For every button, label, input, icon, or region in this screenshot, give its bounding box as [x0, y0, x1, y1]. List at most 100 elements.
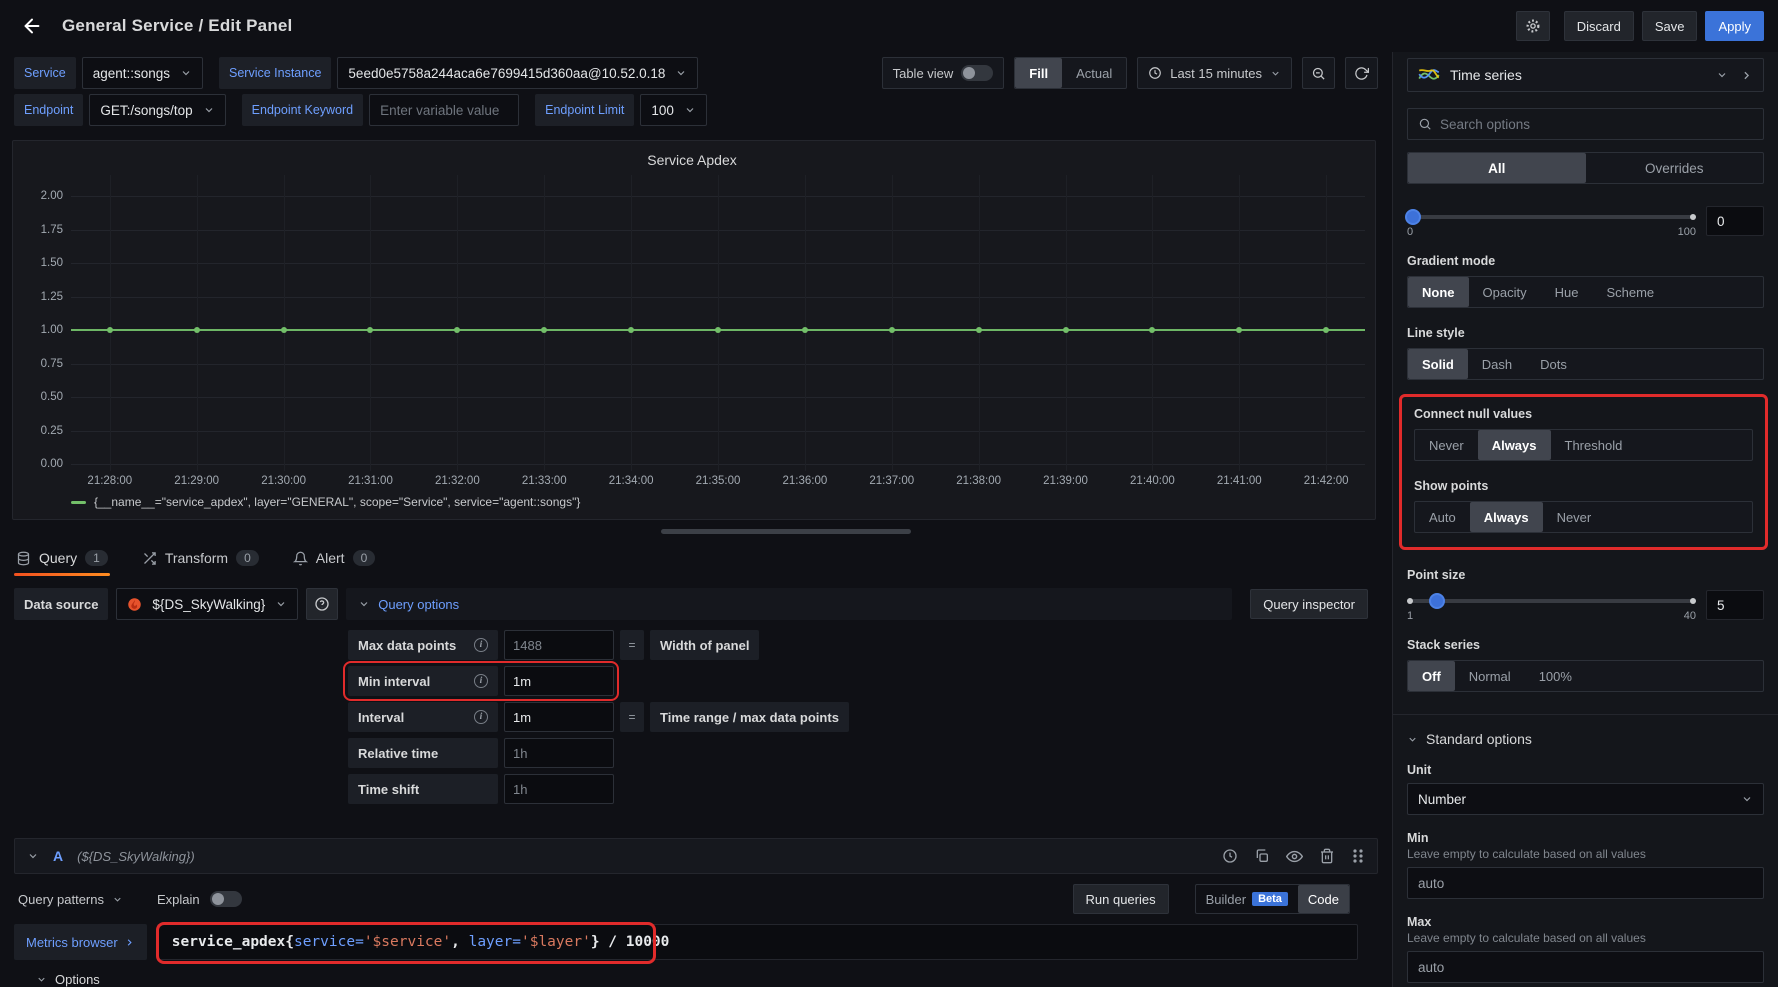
- tab-alert[interactable]: Alert 0: [291, 544, 377, 576]
- series-point[interactable]: [1063, 327, 1069, 333]
- tab-query[interactable]: Query 1: [14, 544, 110, 576]
- seg-option-none[interactable]: None: [1408, 277, 1469, 307]
- seg-option-always[interactable]: Always: [1470, 502, 1543, 532]
- seg-option-dots[interactable]: Dots: [1526, 349, 1581, 379]
- service-variable-dropdown[interactable]: agent::songs: [82, 57, 203, 89]
- slider-track[interactable]: [1407, 599, 1696, 603]
- series-point[interactable]: [976, 327, 982, 333]
- seg-option-actual[interactable]: Actual: [1062, 58, 1126, 88]
- plot-area[interactable]: [71, 175, 1365, 471]
- slider-handle[interactable]: [1405, 209, 1421, 225]
- save-button[interactable]: Save: [1642, 11, 1698, 41]
- series-point[interactable]: [107, 327, 113, 333]
- back-button[interactable]: [16, 10, 48, 42]
- series-point[interactable]: [1236, 327, 1242, 333]
- seg-option-always[interactable]: Always: [1478, 430, 1551, 460]
- tab-all[interactable]: All: [1408, 153, 1586, 183]
- discard-button[interactable]: Discard: [1564, 11, 1634, 41]
- x-axis-tick-label: 21:30:00: [261, 475, 306, 487]
- pane-resize-handle[interactable]: [661, 529, 911, 534]
- option-input[interactable]: 1m: [504, 666, 614, 696]
- datasource-help-button[interactable]: [306, 588, 338, 620]
- seg-option-normal[interactable]: Normal: [1455, 661, 1525, 691]
- series-point[interactable]: [454, 327, 460, 333]
- slider-track[interactable]: [1407, 215, 1696, 219]
- drag-handle-icon[interactable]: [1351, 848, 1365, 864]
- query-row-a[interactable]: A (${DS_SkyWalking}): [14, 838, 1378, 874]
- point-size-slider[interactable]: 1 40: [1407, 590, 1696, 620]
- seg-option-off[interactable]: Off: [1408, 661, 1455, 691]
- datasource-picker[interactable]: ${DS_SkyWalking}: [116, 588, 298, 620]
- builder-option[interactable]: Builder Beta: [1196, 885, 1298, 913]
- min-input[interactable]: auto: [1407, 867, 1764, 899]
- metrics-browser-button[interactable]: Metrics browser: [14, 924, 147, 960]
- endpoint-limit-dropdown[interactable]: 100: [640, 94, 707, 126]
- series-point[interactable]: [628, 327, 634, 333]
- angle-right-icon[interactable]: [1740, 69, 1753, 82]
- series-point[interactable]: [541, 327, 547, 333]
- seg-option-opacity[interactable]: Opacity: [1469, 277, 1541, 307]
- service-instance-variable-dropdown[interactable]: 5eed0e5758a244aca6e7699415d360aa@10.52.0…: [337, 57, 698, 89]
- query-history-icon[interactable]: [1222, 848, 1238, 864]
- query-inspector-button[interactable]: Query inspector: [1250, 589, 1368, 619]
- max-input[interactable]: auto: [1407, 951, 1764, 983]
- endpoint-variable-dropdown[interactable]: GET:/songs/top: [89, 94, 225, 126]
- series-point[interactable]: [715, 327, 721, 333]
- query-patterns-dropdown[interactable]: Query patterns: [18, 892, 123, 907]
- query-options-collapse[interactable]: Options: [14, 972, 1378, 987]
- connect-null-values-label: Connect null values: [1414, 407, 1753, 421]
- seg-option-never[interactable]: Never: [1415, 430, 1478, 460]
- series-point[interactable]: [367, 327, 373, 333]
- explain-toggle[interactable]: [210, 891, 242, 907]
- series-point[interactable]: [802, 327, 808, 333]
- standard-options-header[interactable]: Standard options: [1407, 731, 1764, 747]
- seg-option-never[interactable]: Never: [1543, 502, 1606, 532]
- option-description: Time range / max data points: [650, 702, 849, 732]
- info-icon: i: [474, 638, 488, 652]
- delete-query-icon[interactable]: [1319, 848, 1335, 864]
- query-options-header[interactable]: Query options: [346, 588, 1232, 620]
- visualization-picker[interactable]: Time series: [1407, 58, 1764, 92]
- series-point[interactable]: [194, 327, 200, 333]
- seg-option-dash[interactable]: Dash: [1468, 349, 1526, 379]
- tab-overrides[interactable]: Overrides: [1586, 153, 1764, 183]
- collapse-chevron-icon[interactable]: [27, 850, 39, 862]
- code-option[interactable]: Code: [1298, 885, 1349, 913]
- hide-query-icon[interactable]: [1286, 848, 1303, 865]
- seg-option-auto[interactable]: Auto: [1415, 502, 1470, 532]
- seg-option-solid[interactable]: Solid: [1408, 349, 1468, 379]
- option-input[interactable]: 1h: [504, 774, 614, 804]
- time-series-chart[interactable]: 2.001.751.501.251.000.750.500.250.00: [19, 175, 1365, 471]
- series-point[interactable]: [1149, 327, 1155, 333]
- show-points-group: AutoAlwaysNever: [1414, 501, 1753, 533]
- time-range-picker[interactable]: Last 15 minutes: [1137, 57, 1292, 89]
- unit-select[interactable]: Number: [1407, 783, 1764, 815]
- promql-code-editor[interactable]: service_apdex{service='$service', layer=…: [157, 924, 1358, 960]
- legend-series-name[interactable]: {__name__="service_apdex", layer="GENERA…: [94, 495, 580, 509]
- refresh-button[interactable]: [1345, 57, 1378, 89]
- series-point[interactable]: [281, 327, 287, 333]
- series-point[interactable]: [1323, 327, 1329, 333]
- option-input[interactable]: 1h: [504, 738, 614, 768]
- fill-opacity-slider[interactable]: 0 100: [1407, 206, 1696, 236]
- seg-option-threshold[interactable]: Threshold: [1551, 430, 1637, 460]
- zoom-out-time-button[interactable]: [1302, 57, 1335, 89]
- endpoint-keyword-input[interactable]: Enter variable value: [369, 94, 519, 126]
- option-input[interactable]: 1m: [504, 702, 614, 732]
- run-queries-button[interactable]: Run queries: [1073, 884, 1169, 914]
- search-options-input[interactable]: Search options: [1407, 108, 1764, 140]
- duplicate-query-icon[interactable]: [1254, 848, 1270, 864]
- option-input[interactable]: 1488: [504, 630, 614, 660]
- seg-option-scheme[interactable]: Scheme: [1592, 277, 1668, 307]
- tab-transform[interactable]: Transform 0: [140, 544, 261, 576]
- series-point[interactable]: [889, 327, 895, 333]
- table-view-toggle[interactable]: [961, 65, 993, 81]
- panel-settings-button[interactable]: [1516, 11, 1550, 41]
- fill-opacity-value-input[interactable]: 0: [1706, 206, 1764, 236]
- apply-button[interactable]: Apply: [1705, 11, 1764, 41]
- seg-option-hue[interactable]: Hue: [1541, 277, 1593, 307]
- point-size-value-input[interactable]: 5: [1706, 590, 1764, 620]
- seg-option-100-[interactable]: 100%: [1525, 661, 1586, 691]
- seg-option-fill[interactable]: Fill: [1015, 58, 1062, 88]
- slider-handle[interactable]: [1429, 593, 1445, 609]
